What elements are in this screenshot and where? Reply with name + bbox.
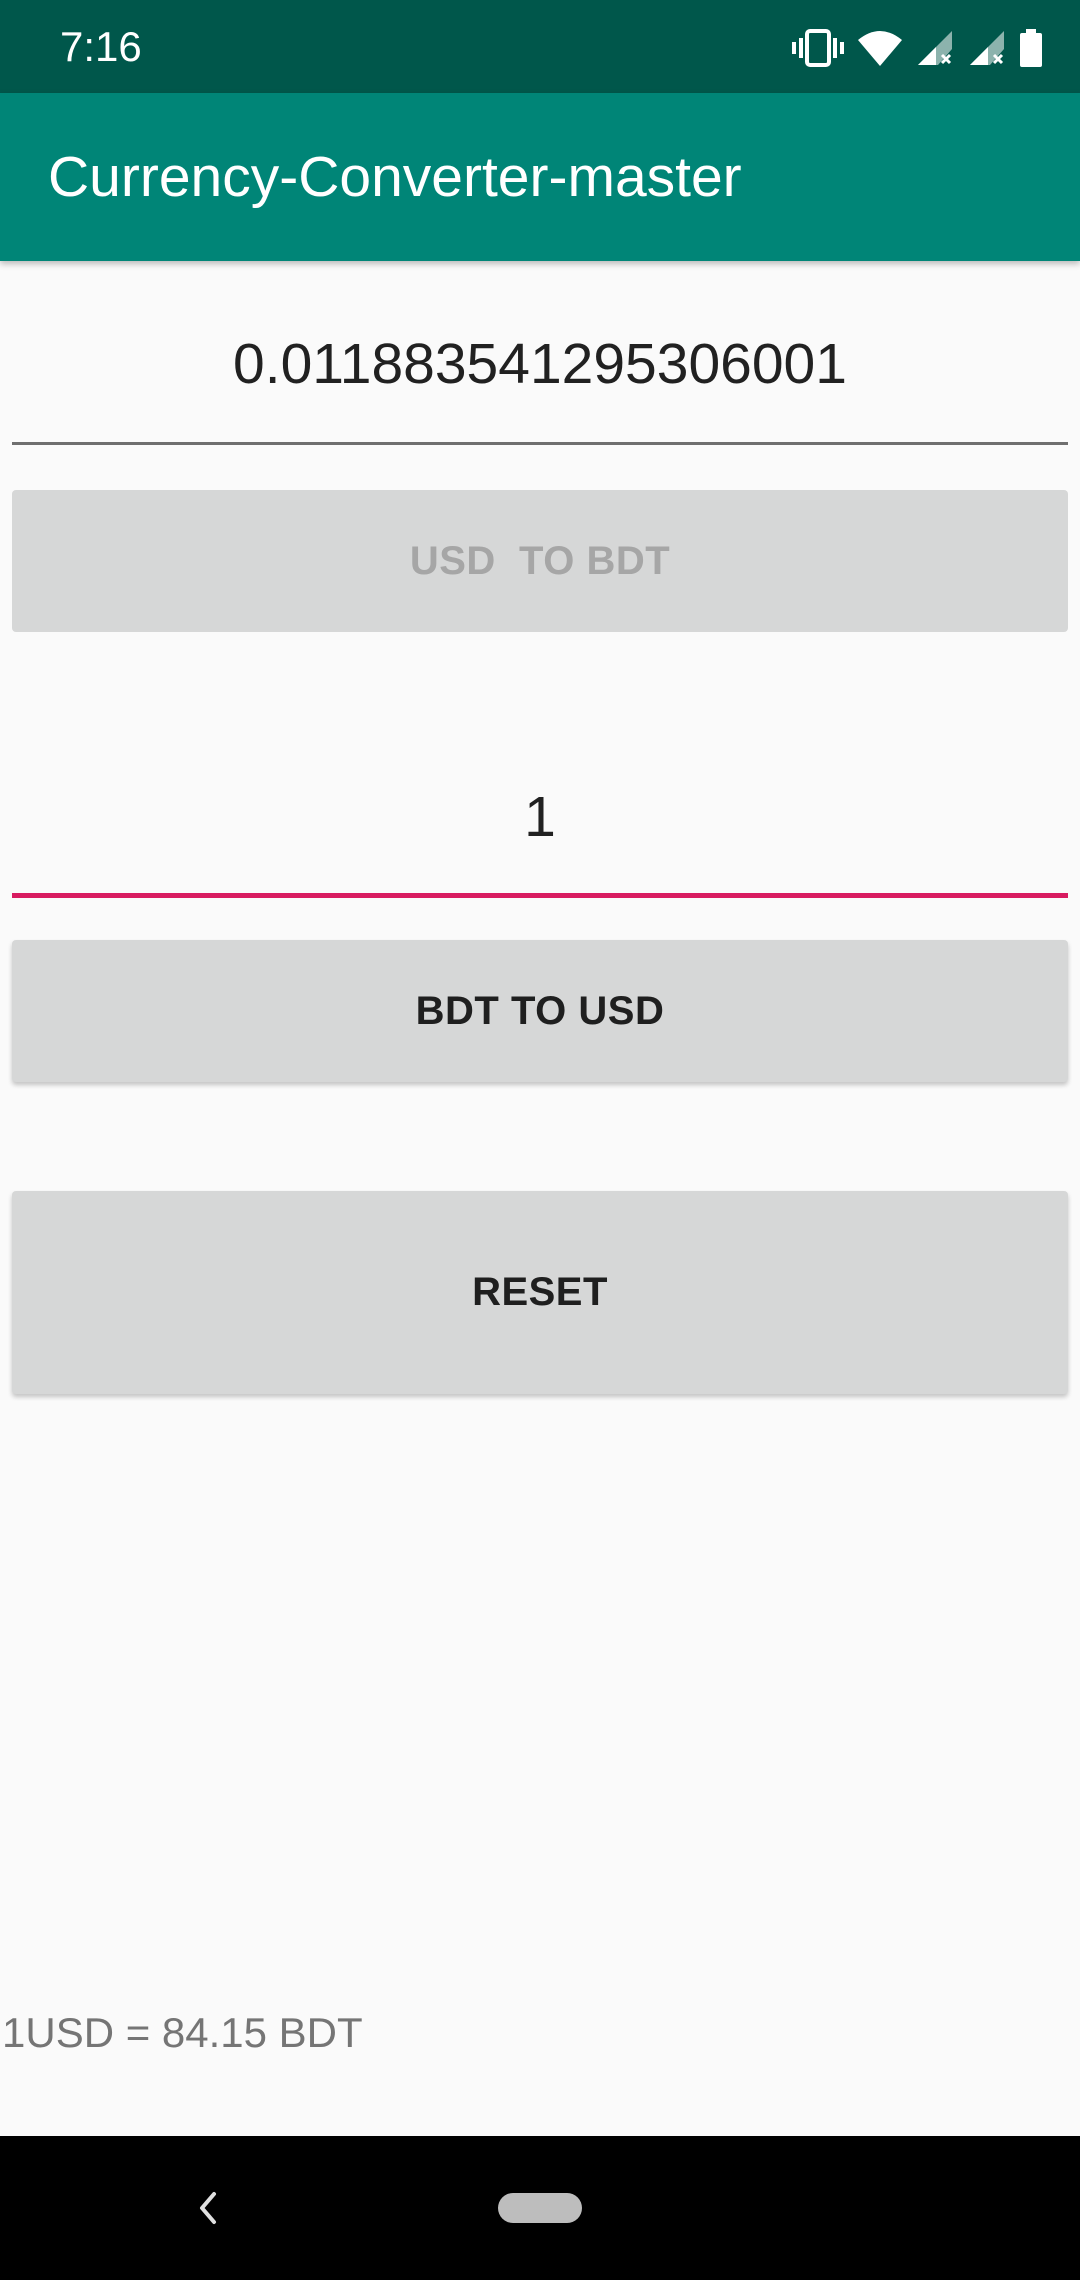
bdt-amount-field[interactable]: 1: [12, 748, 1068, 898]
status-time: 7:16: [60, 23, 142, 70]
status-icons: [792, 26, 1042, 70]
usd-amount-value: 0.011883541295306001: [233, 332, 847, 396]
usd-field-underline: [12, 442, 1068, 445]
usd-amount-field[interactable]: 0.011883541295306001: [12, 295, 1068, 445]
bdt-to-usd-button[interactable]: BDT TO USD: [12, 940, 1068, 1082]
signal-1-icon: [916, 29, 954, 67]
reset-button[interactable]: RESET: [12, 1191, 1068, 1394]
vibrate-icon: [792, 28, 844, 68]
bdt-amount-value: 1: [524, 785, 556, 849]
exchange-rate-label: 1USD = 84.15 BDT: [2, 2009, 363, 2056]
wifi-icon: [858, 30, 902, 66]
bdt-field-underline: [12, 893, 1068, 898]
signal-2-icon: [968, 29, 1006, 67]
usd-to-bdt-button[interactable]: USD TO BDT: [12, 490, 1068, 632]
app-bar: Currency-Converter-master: [0, 93, 1080, 261]
battery-icon: [1020, 29, 1042, 67]
back-icon[interactable]: [190, 2186, 224, 2230]
app-title: Currency-Converter-master: [48, 145, 742, 209]
home-pill-icon[interactable]: [498, 2193, 582, 2223]
status-bar: 7:16: [0, 0, 1080, 93]
navigation-bar: [0, 2136, 1080, 2280]
